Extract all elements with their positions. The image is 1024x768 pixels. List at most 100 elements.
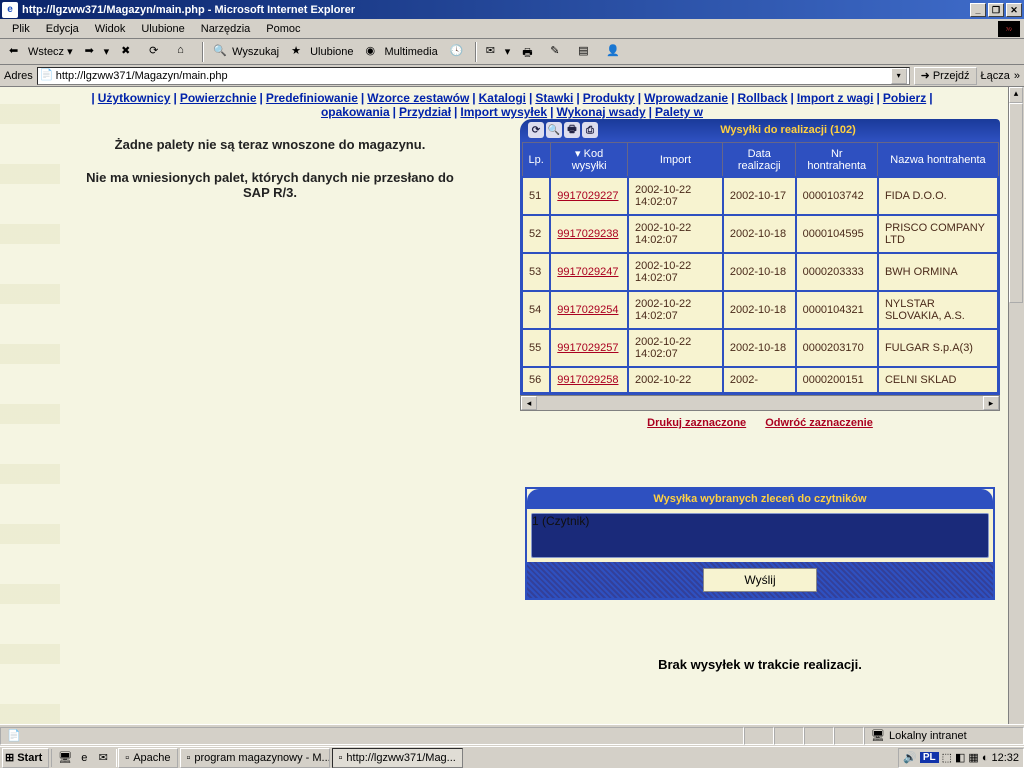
mail-icon: ✉ — [486, 44, 502, 60]
reader-select[interactable]: 1 (Czytnik) — [531, 513, 989, 558]
address-dropdown[interactable]: ▾ — [891, 68, 907, 84]
refresh-button[interactable]: ⟳ — [144, 41, 170, 63]
cell-data: 2002-10-18 — [723, 329, 796, 367]
address-input[interactable]: 📄 http://lgzww371/Magazyn/main.php ▾ — [37, 67, 910, 85]
menu-file[interactable]: Plik — [4, 21, 38, 37]
address-url: http://lgzww371/Magazyn/main.php — [56, 70, 891, 82]
col-header[interactable]: Nr hontrahenta — [796, 143, 878, 178]
col-header[interactable]: Import — [628, 143, 723, 178]
ql-desktop-icon[interactable]: 🖥 — [56, 749, 74, 767]
nav-link[interactable]: Pobierz — [881, 91, 928, 105]
links-label[interactable]: Łącza — [981, 70, 1010, 82]
messenger-button[interactable]: 👤 — [601, 41, 627, 63]
search-button[interactable]: 🔍Wyszukaj — [208, 41, 284, 63]
scroll-left-button[interactable]: ◂ — [521, 396, 537, 410]
stop-button[interactable]: ✖ — [116, 41, 142, 63]
menu-favorites[interactable]: Ulubione — [133, 21, 192, 37]
mail-button[interactable]: ✉▾ — [481, 41, 516, 63]
language-indicator[interactable]: PL — [920, 752, 939, 763]
shipment-link[interactable]: 9917029227 — [557, 190, 618, 202]
shipment-link[interactable]: 9917029257 — [557, 342, 618, 354]
panel-refresh-icon[interactable]: ⟳ — [528, 122, 544, 138]
menu-help[interactable]: Pomoc — [258, 21, 308, 37]
shipment-link[interactable]: 9917029238 — [557, 228, 618, 240]
star-icon: ★ — [291, 44, 307, 60]
edit-button[interactable]: ✎ — [545, 41, 571, 63]
intranet-icon: 🖥 — [871, 729, 885, 742]
nav-link[interactable]: Wprowadzanie — [642, 91, 730, 105]
nav-link[interactable]: Import wysyłek — [458, 105, 549, 119]
menu-edit[interactable]: Edycja — [38, 21, 87, 37]
nav-link[interactable]: Przydział — [397, 105, 453, 119]
col-header[interactable]: ▾ Kod wysyłki — [550, 143, 628, 178]
scroll-up-button[interactable]: ▴ — [1009, 87, 1023, 103]
nav-link[interactable]: Predefiniowanie — [264, 91, 360, 105]
col-header[interactable]: Nazwa hontrahenta — [878, 143, 998, 178]
ql-ie-icon[interactable]: e — [75, 749, 93, 767]
cell-nr: 0000203333 — [796, 253, 878, 291]
volume-icon[interactable]: 🔊 — [903, 751, 917, 764]
home-button[interactable]: ⌂ — [172, 41, 198, 63]
nav-link[interactable]: Użytkownicy — [96, 91, 173, 105]
nav-link[interactable]: Katalogi — [477, 91, 528, 105]
tray-icon-3[interactable]: ▦ — [968, 751, 978, 764]
favorites-button[interactable]: ★Ulubione — [286, 41, 358, 63]
minimize-button[interactable]: _ — [970, 3, 986, 17]
shipment-link[interactable]: 9917029247 — [557, 266, 618, 278]
start-button[interactable]: ⊞Start — [2, 748, 49, 768]
taskbar-task[interactable]: ▫Apache — [118, 748, 177, 768]
menu-tools[interactable]: Narzędzia — [193, 21, 259, 37]
tray-icon-2[interactable]: ◧ — [955, 751, 965, 764]
taskbar-task[interactable]: ▫http://lgzww371/Mag... — [332, 748, 463, 768]
taskbar-task[interactable]: ▫program magazynowy - M... — [180, 748, 330, 768]
print-selected-link[interactable]: Drukuj zaznaczone — [647, 417, 746, 429]
clock[interactable]: 12:32 — [991, 752, 1019, 764]
print-button[interactable]: 🖶 — [517, 41, 543, 63]
nav-link[interactable]: Produkty — [581, 91, 637, 105]
shipment-link[interactable]: 9917029254 — [557, 304, 618, 316]
invert-selection-link[interactable]: Odwróć zaznaczenie — [765, 417, 873, 429]
nav-link[interactable]: opakowania — [319, 105, 392, 119]
shipment-link[interactable]: 9917029258 — [557, 374, 618, 386]
close-button[interactable]: ✕ — [1006, 3, 1022, 17]
nav-link[interactable]: Powierzchnie — [178, 91, 259, 105]
menu-view[interactable]: Widok — [87, 21, 134, 37]
horizontal-scrollbar[interactable]: ◂ ▸ — [520, 395, 1000, 411]
tray-icon-4[interactable]: ◐ — [982, 752, 989, 764]
go-button[interactable]: ➜Przejdź — [914, 67, 977, 85]
back-button[interactable]: ⬅Wstecz▾ — [4, 41, 78, 63]
security-zone: 🖥Lokalny intranet — [864, 727, 1024, 745]
reader-option[interactable]: 1 (Czytnik) — [532, 514, 988, 528]
cell-data: 2002- — [723, 367, 796, 393]
scroll-right-button[interactable]: ▸ — [983, 396, 999, 410]
send-button[interactable]: Wyślij — [703, 568, 816, 592]
ql-oe-icon[interactable]: ✉ — [94, 749, 112, 767]
scroll-thumb[interactable] — [1009, 103, 1023, 303]
nav-link[interactable]: Wykonaj wsady — [554, 105, 647, 119]
nav-link[interactable]: Stawki — [533, 91, 575, 105]
panel-print-icon[interactable]: 🖶 — [564, 122, 580, 138]
page-content: |Użytkownicy|Powierzchnie|Predefiniowani… — [0, 87, 1024, 724]
nav-link[interactable]: Import z wagi — [795, 91, 876, 105]
vertical-scrollbar[interactable]: ▴ — [1008, 87, 1024, 724]
send-panel: Wysyłka wybranych zleceń do czytników 1 … — [525, 487, 995, 600]
menubar: Plik Edycja Widok Ulubione Narzędzia Pom… — [0, 19, 1024, 39]
nav-link[interactable]: Rollback — [735, 91, 789, 105]
forward-button[interactable]: ➡▾ — [80, 41, 115, 63]
discuss-button[interactable]: ▤ — [573, 41, 599, 63]
panel-search-icon[interactable]: 🔍 — [546, 122, 562, 138]
tray-icon-1[interactable]: ⬚ — [942, 751, 952, 764]
col-header[interactable]: Data realizacji — [723, 143, 796, 178]
panel-export-icon[interactable]: ⎙ — [582, 122, 598, 138]
cell-lp: 55 — [522, 329, 550, 367]
history-button[interactable]: 🕓 — [445, 41, 471, 63]
nav-link[interactable]: Wzorce zestawów — [365, 91, 471, 105]
media-button[interactable]: ◉Multimedia — [361, 41, 443, 63]
cell-nazwa: NYLSTAR SLOVAKIA, A.S. — [878, 291, 998, 329]
col-header[interactable]: Lp. — [522, 143, 550, 178]
person-icon: 👤 — [606, 44, 622, 60]
statusbar: 📄 🖥Lokalny intranet — [0, 724, 1024, 746]
nav-link[interactable]: Palety w — [653, 105, 705, 119]
cell-import: 2002-10-22 — [628, 367, 723, 393]
restore-button[interactable]: ❐ — [988, 3, 1004, 17]
